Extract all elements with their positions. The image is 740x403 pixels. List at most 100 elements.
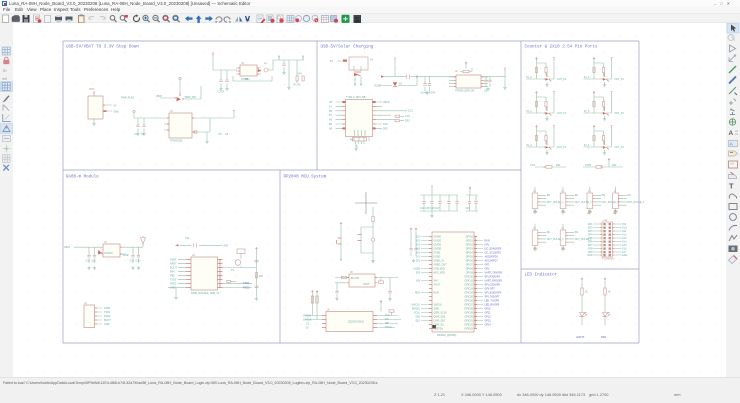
svg-text:GPIO22: GPIO22 bbox=[464, 323, 473, 326]
svg-text:RUN: RUN bbox=[415, 291, 420, 294]
svg-text:SWCLK: SWCLK bbox=[411, 303, 420, 306]
svg-text:GP3: GP3 bbox=[485, 267, 490, 270]
svg-text:R21: R21 bbox=[556, 164, 561, 167]
svg-text:VUSB: VUSB bbox=[413, 267, 420, 270]
svg-text:3V3R: 3V3R bbox=[104, 307, 110, 310]
svg-text:R1 R2: R1 R2 bbox=[294, 84, 301, 87]
svg-text:LED_TX/GP8: LED_TX/GP8 bbox=[485, 299, 500, 302]
svg-text:TXD2: TXD2 bbox=[104, 311, 111, 314]
svg-text:GND: GND bbox=[170, 286, 176, 289]
svg-text:DO: DO bbox=[385, 318, 389, 321]
svg-text:XIN: XIN bbox=[434, 279, 438, 282]
svg-text:GPIO11: GPIO11 bbox=[465, 279, 474, 282]
svg-text:DVDD: DVDD bbox=[434, 251, 441, 254]
svg-text:GPIO18: GPIO18 bbox=[464, 307, 473, 310]
svg-text:TESTEN: TESTEN bbox=[434, 327, 444, 330]
svg-text:GP2: GP2 bbox=[485, 263, 490, 266]
svg-text:RXD: RXD bbox=[601, 336, 606, 339]
svg-text:CLK: CLK bbox=[385, 314, 390, 317]
svg-text:GPIO4: GPIO4 bbox=[466, 251, 474, 254]
svg-text:GPIO17: GPIO17 bbox=[464, 303, 473, 306]
svg-text:GPIO7: GPIO7 bbox=[466, 263, 474, 266]
svg-text:TX1: TX1 bbox=[185, 237, 190, 240]
svg-text:VBUS: VBUS bbox=[383, 101, 390, 104]
svg-text:RA08-m Module: RA08-m Module bbox=[66, 175, 99, 180]
svg-text:VBAT: VBAT bbox=[156, 95, 163, 98]
svg-text:SPI_SCK0/GP6: SPI_SCK0/GP6 bbox=[485, 291, 503, 294]
svg-text:VBAT: VBAT bbox=[89, 88, 95, 91]
svg-text:3V3: 3V3 bbox=[416, 271, 421, 274]
svg-text:in: in bbox=[3, 68, 7, 73]
svg-text:SWCLK: SWCLK bbox=[303, 318, 312, 321]
svg-text:RXD2: RXD2 bbox=[170, 282, 177, 285]
svg-text:3V3R: 3V3R bbox=[170, 258, 176, 261]
svg-text:C14 C15 C16 C17: C14 C15 C16 C17 bbox=[420, 207, 440, 210]
svg-text:PB5: PB5 bbox=[170, 274, 175, 277]
svg-text:VBAT: VBAT bbox=[64, 246, 71, 249]
svg-text:10K: 10K bbox=[259, 275, 264, 278]
svg-text:CC2: CC2 bbox=[405, 115, 410, 118]
svg-text:R22: R22 bbox=[612, 164, 617, 167]
svg-text:GPIO13: GPIO13 bbox=[464, 287, 473, 290]
svg-text:SWDIO: SWDIO bbox=[412, 307, 420, 310]
svg-text:3V3: 3V3 bbox=[416, 247, 421, 250]
svg-text:VOUT: VOUT bbox=[363, 283, 370, 286]
svg-text:VUSB: VUSB bbox=[374, 85, 381, 88]
svg-text:PinHeader: PinHeader bbox=[602, 258, 615, 261]
svg-text:ADC1/GP27: ADC1/GP27 bbox=[485, 259, 499, 262]
svg-text:GP13: GP13 bbox=[485, 319, 492, 322]
svg-text:ADC_VDD: ADC_VDD bbox=[434, 271, 446, 274]
svg-text:QSPI_SCLK: QSPI_SCLK bbox=[434, 311, 448, 314]
svg-text:QSPI_SD1: QSPI_SD1 bbox=[434, 319, 446, 322]
svg-text:mil: mil bbox=[2, 76, 7, 81]
svg-text:VBAT_SW: VBAT_SW bbox=[185, 96, 197, 99]
svg-text:GPIO9: GPIO9 bbox=[466, 271, 474, 274]
svg-text:BOOT: BOOT bbox=[104, 319, 111, 322]
svg-text:J10: J10 bbox=[603, 219, 608, 222]
svg-text:UART_RX0/GP1: UART_RX0/GP1 bbox=[485, 279, 504, 282]
svg-text:C10: C10 bbox=[86, 260, 91, 263]
svg-text:GPIO3: GPIO3 bbox=[466, 247, 474, 250]
svg-text:TXD2: TXD2 bbox=[170, 278, 177, 281]
svg-text:RP2040_(QFN56): RP2040_(QFN56) bbox=[437, 334, 456, 337]
svg-text:CS: CS bbox=[306, 322, 310, 325]
svg-text:QSPI_SS: QSPI_SS bbox=[434, 323, 445, 326]
svg-text:SD1: SD1 bbox=[415, 319, 420, 322]
svg-text:GND: GND bbox=[587, 254, 593, 257]
svg-text:GND: GND bbox=[104, 323, 110, 326]
svg-text:DVDD: DVDD bbox=[434, 255, 441, 258]
svg-text:USB-5V/VBAT TO 3.3V Step Down: USB-5V/VBAT TO 3.3V Step Down bbox=[66, 45, 139, 50]
svg-text:I2C_SDA0/GP0: I2C_SDA0/GP0 bbox=[485, 247, 502, 250]
svg-text:GPIO5: GPIO5 bbox=[466, 255, 474, 258]
svg-text:SWCLK: SWCLK bbox=[434, 303, 443, 306]
svg-text:GND: GND bbox=[622, 254, 628, 257]
svg-text:GP14: GP14 bbox=[485, 323, 492, 326]
svg-text:XOUT: XOUT bbox=[434, 283, 441, 286]
svg-text:GPIO10: GPIO10 bbox=[464, 275, 473, 278]
svg-text:T: T bbox=[729, 182, 734, 191]
svg-text:3V3: 3V3 bbox=[416, 243, 421, 246]
svg-text:3V3: 3V3 bbox=[416, 259, 421, 262]
svg-text:XC6210: XC6210 bbox=[104, 252, 113, 255]
svg-text:C12: C12 bbox=[130, 260, 135, 263]
svg-text:SPI_TX0/GP7: SPI_TX0/GP7 bbox=[485, 295, 501, 298]
svg-text:GP11: GP11 bbox=[485, 311, 492, 314]
svg-text:3V3R: 3V3R bbox=[123, 254, 129, 257]
svg-text:SPI_CS0/GP5: SPI_CS0/GP5 bbox=[485, 283, 501, 286]
svg-text:SWDIO: SWDIO bbox=[303, 314, 311, 317]
svg-text:3V3: 3V3 bbox=[416, 251, 421, 254]
svg-text:I2C_SCL0/GP1: I2C_SCL0/GP1 bbox=[485, 251, 502, 254]
svg-text:LED_RX/GP9: LED_RX/GP9 bbox=[485, 303, 500, 306]
svg-text:3V3: 3V3 bbox=[416, 235, 421, 238]
svg-text:1V1: 1V1 bbox=[416, 255, 421, 258]
svg-text:WP: WP bbox=[385, 322, 389, 325]
svg-text:CNT: CNT bbox=[530, 164, 535, 167]
svg-text:PB4: PB4 bbox=[170, 270, 175, 273]
svg-text:RUN: RUN bbox=[434, 291, 439, 294]
svg-text:C3 C4: C3 C4 bbox=[218, 91, 225, 94]
svg-text:C8 4.7uF/25V: C8 4.7uF/25V bbox=[421, 92, 436, 95]
svg-text:BOOT: BOOT bbox=[170, 266, 177, 269]
svg-text:TYPE-C-16P-USB: TYPE-C-16P-USB bbox=[346, 96, 366, 99]
svg-text:ANT: ANT bbox=[224, 244, 229, 247]
svg-text:DP1: DP1 bbox=[405, 119, 410, 122]
